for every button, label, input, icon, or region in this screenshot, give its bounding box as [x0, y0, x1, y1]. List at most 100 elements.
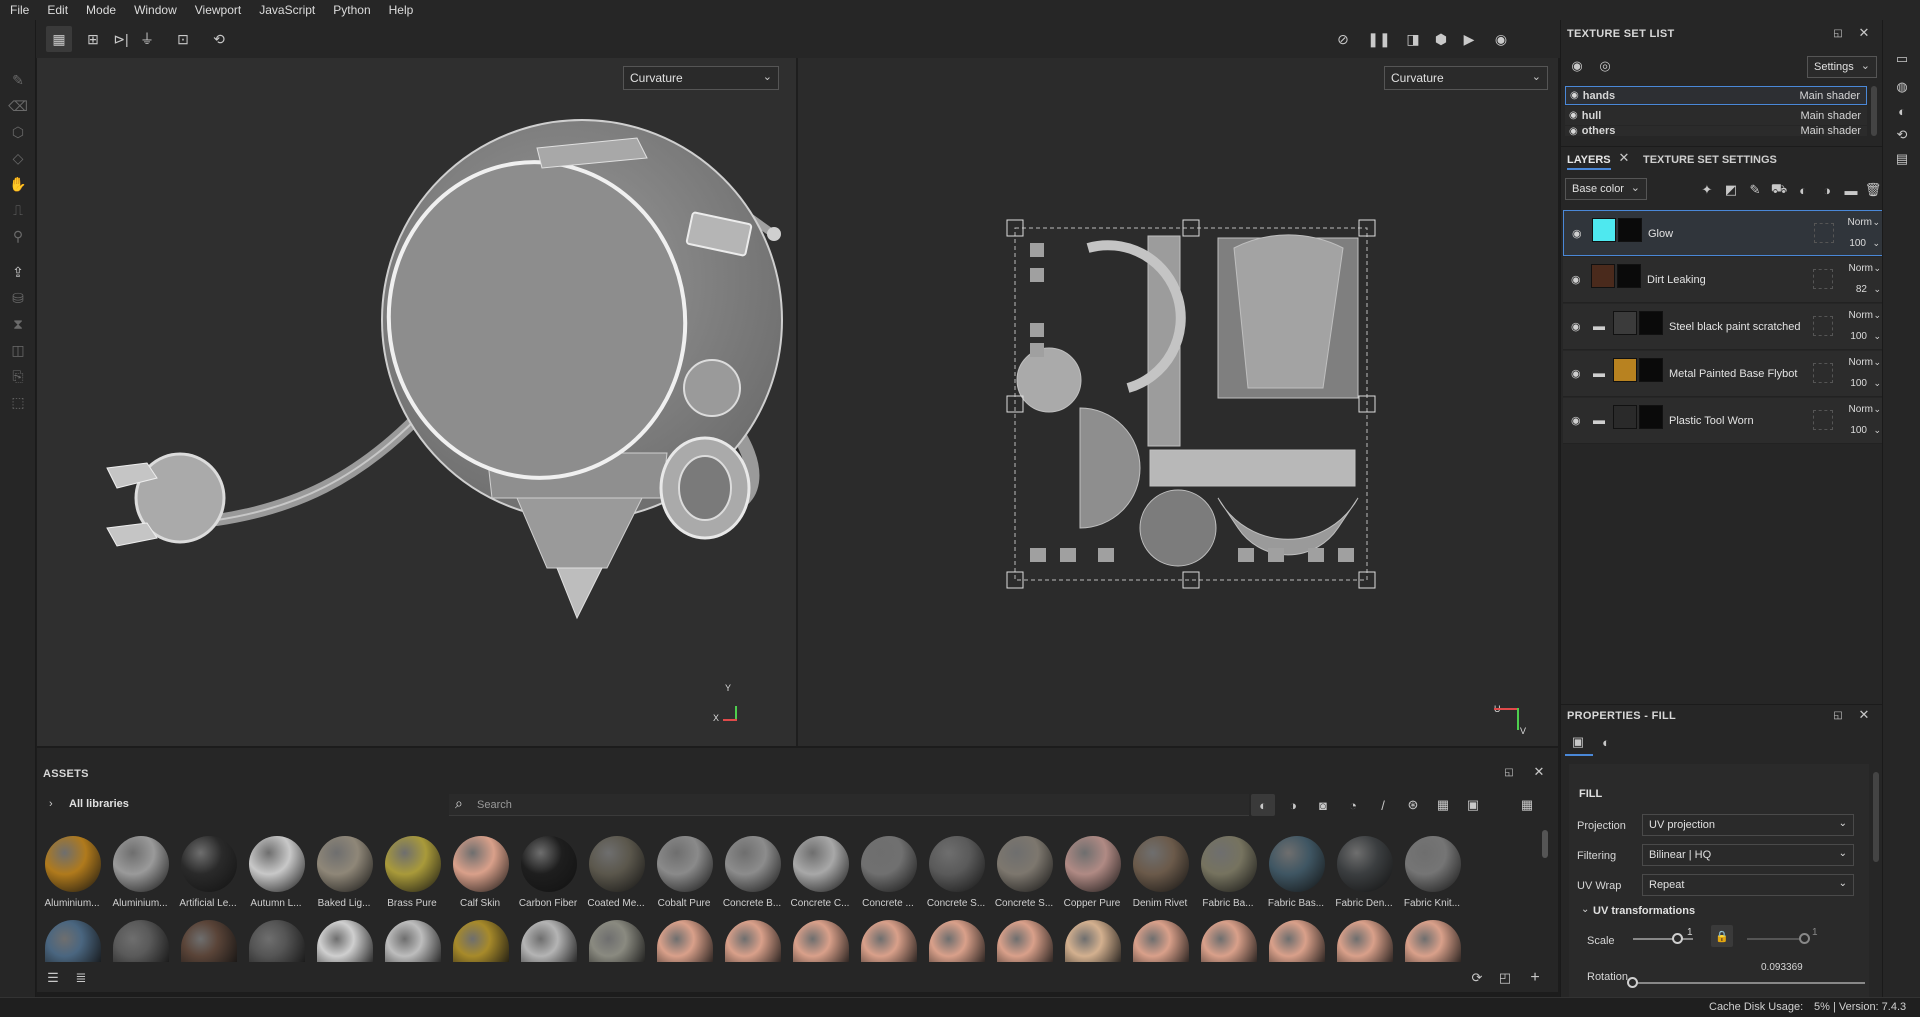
- blend-mode[interactable]: Norm: [1849, 310, 1873, 321]
- eraser-icon[interactable]: ⌫: [8, 96, 28, 116]
- eye-icon[interactable]: ◉: [1569, 110, 1578, 121]
- add-folder-icon[interactable]: ▬: [1841, 180, 1861, 200]
- eye-icon[interactable]: ◉: [1571, 414, 1581, 427]
- menu-mode[interactable]: Mode: [77, 3, 125, 17]
- material-thumbnail[interactable]: [1269, 920, 1325, 962]
- material-thumbnail[interactable]: [1133, 920, 1189, 962]
- filter-generators-icon[interactable]: ◔: [1341, 794, 1365, 816]
- material-thumbnail[interactable]: [657, 920, 713, 962]
- filtering-select[interactable]: Bilinear | HQ ⌄: [1642, 844, 1854, 866]
- 3d-view-icon[interactable]: ⬢: [1428, 26, 1454, 52]
- bake-icon[interactable]: ⇪: [8, 262, 28, 282]
- undock-icon[interactable]: ◱: [1831, 708, 1845, 722]
- eye-icon[interactable]: ◉: [1572, 227, 1582, 240]
- close-icon[interactable]: ✕: [1857, 25, 1871, 40]
- eye-icon[interactable]: ◉: [1571, 320, 1581, 333]
- material-thumbnail[interactable]: [929, 836, 985, 892]
- material-thumbnail[interactable]: [181, 836, 237, 892]
- material-thumbnail[interactable]: [1201, 920, 1257, 962]
- scale-slider-handle[interactable]: [1672, 933, 1683, 944]
- filter-smart-materials-icon[interactable]: ◑: [1281, 794, 1305, 816]
- lock-icon[interactable]: 🔒: [1711, 925, 1733, 947]
- menu-help[interactable]: Help: [380, 3, 423, 17]
- menu-viewport[interactable]: Viewport: [186, 3, 250, 17]
- projection-icon[interactable]: ⬡: [8, 122, 28, 142]
- chevron-down-icon[interactable]: ⌄: [1873, 263, 1881, 274]
- brush-icon[interactable]: ✎: [8, 70, 28, 90]
- mirror-icon[interactable]: ⊳|: [108, 26, 134, 52]
- material-thumbnail[interactable]: [725, 836, 781, 892]
- list-filter-icon[interactable]: ≣: [73, 970, 89, 986]
- pause-icon[interactable]: ❚❚: [1366, 26, 1392, 52]
- mask-thumbnail[interactable]: [1639, 358, 1663, 382]
- material-icon[interactable]: ⛁: [8, 288, 28, 308]
- mask-thumbnail[interactable]: [1617, 264, 1641, 288]
- menu-file[interactable]: File: [0, 3, 38, 17]
- camera-icon[interactable]: ▶: [1456, 26, 1482, 52]
- material-thumbnail[interactable]: [113, 920, 169, 962]
- picker-icon[interactable]: ⚲: [8, 226, 28, 246]
- eye-icon[interactable]: ◉: [1570, 90, 1579, 101]
- mask-thumbnail[interactable]: [1618, 218, 1642, 242]
- material-thumbnail[interactable]: [113, 836, 169, 892]
- material-thumbnail[interactable]: [1337, 836, 1393, 892]
- uv-transformations-label[interactable]: UV transformations: [1593, 905, 1695, 917]
- filter-materials-icon[interactable]: ◐: [1251, 794, 1275, 816]
- log-icon[interactable]: ▤: [1893, 150, 1911, 168]
- assets-scrollbar[interactable]: [1542, 830, 1548, 858]
- polygon-fill-icon[interactable]: ◇: [8, 148, 28, 168]
- material-thumbnail[interactable]: [793, 836, 849, 892]
- fill-properties-icon[interactable]: ▣: [1567, 732, 1589, 752]
- filter-brushes-icon[interactable]: /: [1371, 794, 1395, 816]
- mask-thumbnail[interactable]: [1639, 311, 1663, 335]
- eye-icon[interactable]: ◉: [1571, 273, 1581, 286]
- scale-v-slider-handle[interactable]: [1799, 933, 1810, 944]
- material-thumbnail[interactable]: [521, 920, 577, 962]
- material-thumbnail[interactable]: [249, 920, 305, 962]
- close-icon[interactable]: ✕: [1531, 764, 1547, 780]
- rotation-slider-handle[interactable]: [1627, 977, 1638, 988]
- undock-icon[interactable]: ◱: [1501, 764, 1517, 780]
- grid-select-icon[interactable]: ▦: [46, 26, 72, 52]
- close-tab-icon[interactable]: ✕: [1617, 150, 1631, 165]
- mask-thumbnail[interactable]: [1639, 405, 1663, 429]
- refresh-icon[interactable]: ⟳: [1469, 970, 1485, 986]
- material-thumbnail[interactable]: [861, 836, 917, 892]
- filter-environments-icon[interactable]: ▣: [1461, 794, 1485, 816]
- eye-icon[interactable]: ◉: [1569, 126, 1578, 136]
- clone-icon[interactable]: ⎍: [8, 200, 28, 220]
- layer-row[interactable]: ◉ ▬ Plastic Tool Worn Norm ⌄ 100 ⌄: [1563, 398, 1885, 444]
- menu-python[interactable]: Python: [324, 3, 379, 17]
- material-thumbnail[interactable]: [929, 920, 985, 962]
- material-thumbnail[interactable]: [1201, 836, 1257, 892]
- uv-wrap-select[interactable]: Repeat ⌄: [1642, 874, 1854, 896]
- material-thumbnail[interactable]: [249, 836, 305, 892]
- folder-icon[interactable]: ▬: [1593, 319, 1605, 333]
- channel-select[interactable]: Base color ⌄: [1565, 178, 1647, 200]
- add-smart-material-icon[interactable]: ◐: [1793, 180, 1813, 200]
- material-thumbnail[interactable]: [1065, 836, 1121, 892]
- material-thumbnail[interactable]: [181, 920, 237, 962]
- material-thumbnail[interactable]: [45, 836, 101, 892]
- material-thumbnail[interactable]: [725, 920, 781, 962]
- grid-options-icon[interactable]: ⊞: [80, 26, 106, 52]
- projection-select[interactable]: UV projection ⌄: [1642, 814, 1854, 836]
- material-thumbnail[interactable]: [997, 836, 1053, 892]
- texture-set-scrollbar[interactable]: [1871, 86, 1877, 136]
- layer-thumbnail[interactable]: [1592, 218, 1616, 242]
- layer-row[interactable]: ◉ ▬ Metal Painted Base Flybot Norm ⌄ 100 ⌄: [1563, 351, 1885, 397]
- align-icon[interactable]: ⏚: [134, 26, 160, 52]
- filter-alphas-icon[interactable]: ⊛: [1401, 794, 1425, 816]
- chevron-down-icon[interactable]: ⌄: [1873, 284, 1881, 295]
- rotation-slider-track[interactable]: [1633, 982, 1865, 984]
- search-bar[interactable]: ⌕ Search: [449, 794, 1249, 816]
- shader-settings-icon[interactable]: ◐: [1893, 102, 1911, 120]
- delete-layer-icon[interactable]: 🗑: [1863, 180, 1883, 200]
- layers-dock-icon[interactable]: ▭: [1893, 50, 1911, 68]
- eye-icon[interactable]: ◎: [1597, 58, 1613, 74]
- material-thumbnail[interactable]: [453, 836, 509, 892]
- layer-row[interactable]: ◉ Dirt Leaking Norm ⌄ 82 ⌄: [1563, 257, 1885, 303]
- material-thumbnail[interactable]: [385, 920, 441, 962]
- layer-opacity[interactable]: 82: [1856, 284, 1867, 295]
- material-thumbnail[interactable]: [1065, 920, 1121, 962]
